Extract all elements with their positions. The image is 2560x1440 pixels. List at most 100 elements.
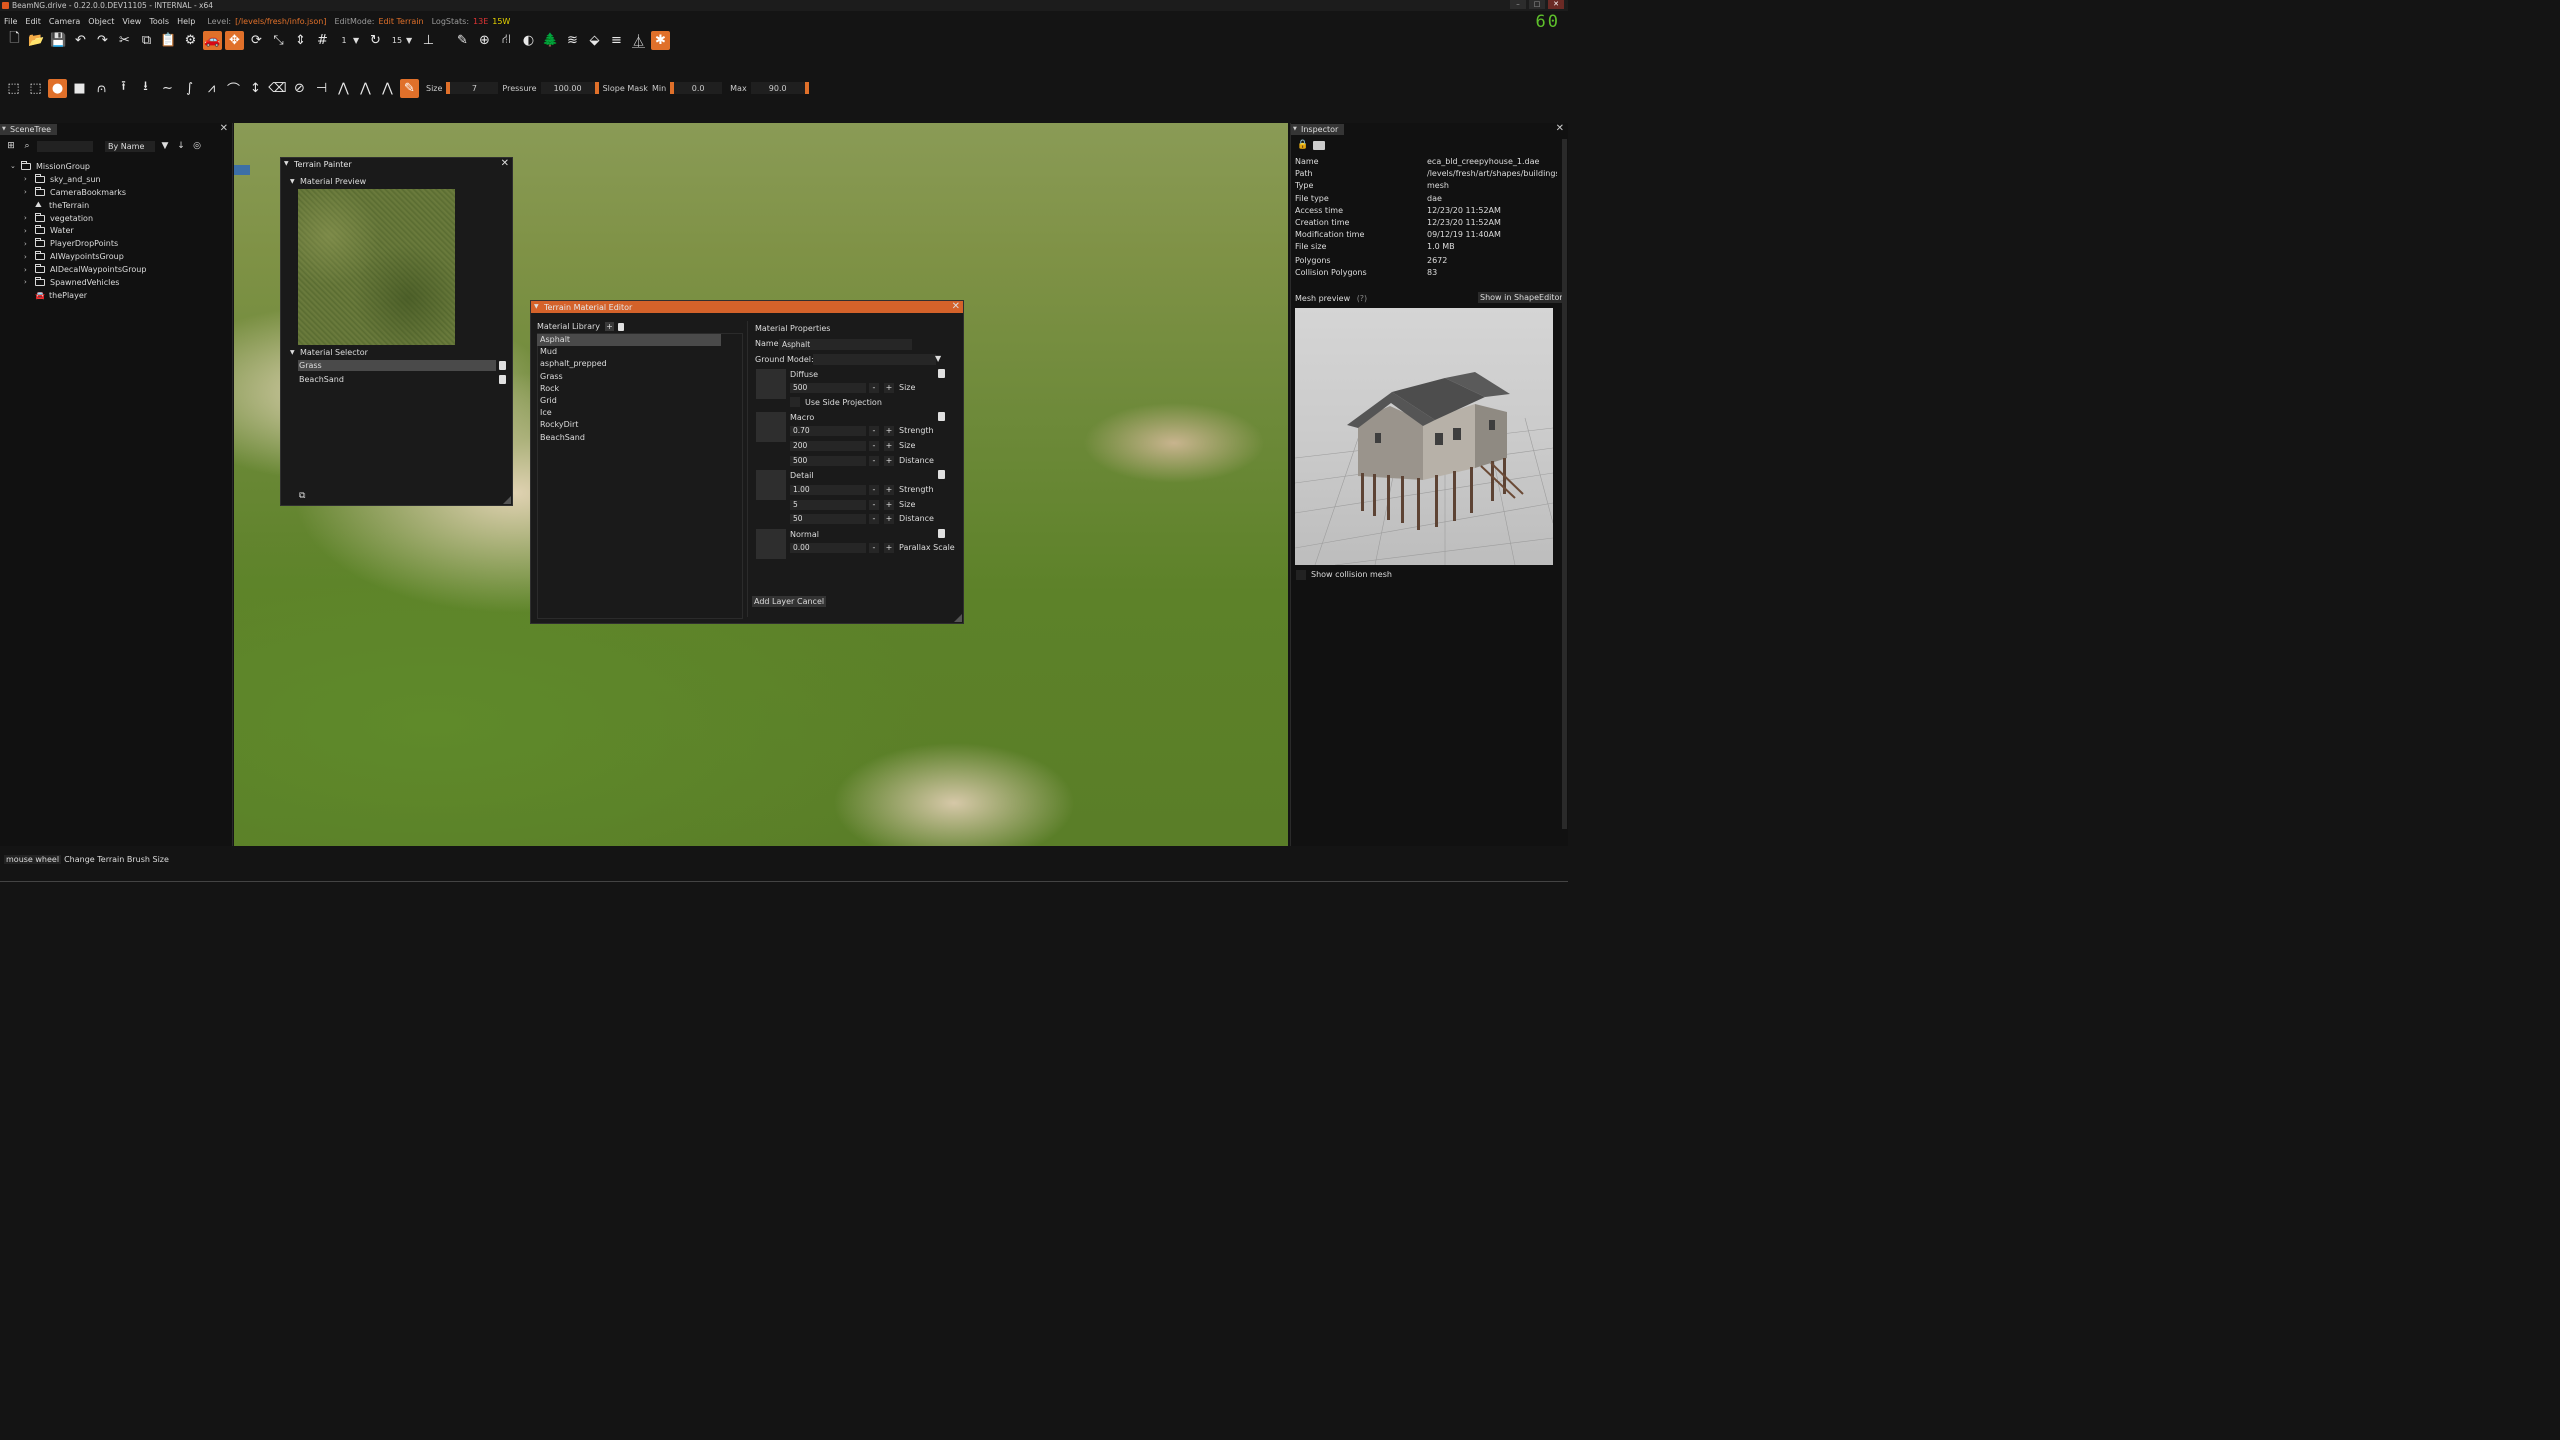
tree-item[interactable]: › CameraBookmarks <box>10 186 146 199</box>
decrement-button[interactable]: - <box>869 500 879 510</box>
decrement-button[interactable]: - <box>869 456 879 466</box>
increment-button[interactable]: + <box>884 456 894 466</box>
material-selector-header[interactable]: Material Selector <box>288 348 368 357</box>
chevron-right-icon[interactable]: › <box>24 227 35 235</box>
add-object-icon[interactable]: ⊕ <box>475 31 494 50</box>
chevron-right-icon[interactable]: › <box>24 214 35 222</box>
parallax-scale-field[interactable]: 0.00 <box>790 543 866 553</box>
minimize-button[interactable]: – <box>1510 0 1526 9</box>
terrain-editor-icon[interactable]: ✱ <box>651 30 670 50</box>
smooth-icon[interactable]: ∼ <box>158 79 177 98</box>
chevron-right-icon[interactable]: › <box>24 278 35 286</box>
macro-distance-field[interactable]: 500 <box>790 456 866 466</box>
forest-icon[interactable]: 🌲 <box>541 31 560 50</box>
detail-distance-field[interactable]: 50 <box>790 514 866 524</box>
eraser-icon[interactable]: ⌫ <box>268 79 287 98</box>
tree-item[interactable]: › AIWaypointsGroup <box>10 250 146 263</box>
decrement-button[interactable]: - <box>869 485 879 495</box>
material-editor-title[interactable]: Terrain Material Editor ✕ <box>531 301 963 313</box>
material-library-item[interactable]: asphalt_prepped <box>537 358 746 370</box>
select-tool-icon[interactable]: ⬚ <box>4 79 23 98</box>
inspector-value[interactable]: 2672 <box>1427 256 1557 268</box>
hole-icon[interactable]: ⊘ <box>290 79 309 98</box>
pressure-field[interactable]: 100.00 <box>540 82 599 94</box>
diffuse-size-field[interactable]: 500 <box>790 383 866 393</box>
tree-item[interactable]: › PlayerDropPoints <box>10 237 146 250</box>
add-material-icon[interactable]: + <box>605 322 615 331</box>
increment-button[interactable]: + <box>884 383 894 393</box>
decrement-button[interactable]: - <box>869 441 879 451</box>
lower-height-icon[interactable]: ⭳ <box>136 79 155 98</box>
trash-icon[interactable] <box>618 322 625 331</box>
lock-icon[interactable]: 🔒 <box>1297 140 1308 150</box>
macro-texture-slot[interactable] <box>756 412 786 442</box>
rotate-gizmo-icon[interactable]: ⟳ <box>247 31 266 50</box>
show-in-shapeeditor-button[interactable]: Show in ShapeEditor <box>1478 292 1565 303</box>
inspector-value[interactable]: mesh <box>1427 181 1557 193</box>
material-library-item[interactable]: Rock <box>537 383 746 395</box>
tree-item[interactable]: ⛰ theTerrain <box>10 199 146 212</box>
open-editor-icon[interactable]: ⧉ <box>299 491 309 501</box>
material-selector-item[interactable]: BeachSand <box>298 374 506 385</box>
grid-snap-value[interactable]: 1 <box>335 33 353 47</box>
material-library-item[interactable]: Grid <box>537 395 746 407</box>
inspector-value[interactable]: 1.0 MB <box>1427 242 1557 254</box>
diffuse-texture-slot[interactable] <box>756 369 786 399</box>
increment-button[interactable]: + <box>884 426 894 436</box>
menu-file[interactable]: File <box>0 17 21 26</box>
cancel-button[interactable]: Cancel <box>795 596 827 607</box>
close-icon[interactable]: ✕ <box>1556 123 1564 134</box>
clear-holes-icon[interactable]: ⊣ <box>312 79 331 98</box>
resize-grip[interactable] <box>954 614 962 622</box>
inspector-scrollbar[interactable] <box>1562 139 1567 829</box>
snap-height-icon[interactable]: ⇕ <box>291 31 310 50</box>
inspector-value[interactable]: /levels/fresh/art/shapes/buildings/ec <box>1427 169 1557 181</box>
rotate-snap-value[interactable]: 15 <box>388 33 406 47</box>
ground-model-select[interactable] <box>813 354 936 365</box>
road-icon[interactable]: ⏅ <box>629 31 648 50</box>
increment-button[interactable]: + <box>884 485 894 495</box>
chevron-right-icon[interactable]: › <box>24 188 35 196</box>
locate-icon[interactable]: ◎ <box>191 140 203 152</box>
menu-help[interactable]: Help <box>173 17 199 26</box>
raise-height-icon[interactable]: ⭱ <box>114 79 133 98</box>
material-name-field[interactable]: Asphalt <box>779 339 912 350</box>
increment-button[interactable]: + <box>884 441 894 451</box>
brush-soft-icon[interactable]: ⩀ <box>92 79 111 98</box>
trash-icon[interactable] <box>499 375 506 384</box>
river-icon[interactable]: ≡ <box>607 31 626 50</box>
sort-direction-icon[interactable]: ↓ <box>175 140 187 152</box>
road-editor-icon[interactable]: ⛙ <box>497 31 516 50</box>
tree-item[interactable]: › SpawnedVehicles <box>10 276 146 289</box>
new-group-icon[interactable]: ⊞ <box>5 140 17 152</box>
add-layer-button[interactable]: Add Layer <box>752 596 797 607</box>
paint-material-icon[interactable]: ✎ <box>400 78 419 98</box>
inspector-value[interactable]: 09/12/19 11:40AM <box>1427 230 1557 242</box>
tree-item[interactable]: 🚘 thePlayer <box>10 289 146 302</box>
menu-view[interactable]: View <box>118 17 145 26</box>
rotate-snap-icon[interactable]: ↻ <box>366 31 385 50</box>
cut-icon[interactable]: ✂ <box>115 31 134 50</box>
inspector-value[interactable]: 12/23/20 11:52AM <box>1427 206 1557 218</box>
flatten-icon[interactable]: ⌒ <box>224 79 243 98</box>
material-preview-header[interactable]: Material Preview <box>288 177 366 186</box>
undo-icon[interactable]: ↶ <box>71 31 90 50</box>
copy-icon[interactable]: ⧉ <box>137 31 156 50</box>
increment-button[interactable]: + <box>884 514 894 524</box>
resize-grip[interactable] <box>503 496 511 504</box>
trash-icon[interactable] <box>938 369 945 378</box>
tree-item[interactable]: › Water <box>10 224 146 237</box>
chevron-down-icon[interactable]: ⌄ <box>10 162 21 170</box>
trash-icon[interactable] <box>499 361 506 370</box>
menu-object[interactable]: Object <box>84 17 118 26</box>
chevron-down-icon[interactable]: ▼ <box>935 354 944 365</box>
close-icon[interactable]: ✕ <box>501 158 509 169</box>
macro-strength-field[interactable]: 0.70 <box>790 426 866 436</box>
mountain-smooth-icon[interactable]: ⋀ <box>378 79 397 98</box>
inspector-mode-icon[interactable] <box>1313 141 1325 150</box>
normal-texture-slot[interactable] <box>756 529 786 559</box>
terrain-painter-title[interactable]: Terrain Painter ✕ <box>281 158 512 170</box>
drop-to-ground-icon[interactable]: ⊥ <box>419 31 438 50</box>
scenetree-tab[interactable]: SceneTree <box>0 123 58 135</box>
set-height-icon[interactable]: ↕ <box>246 79 265 98</box>
